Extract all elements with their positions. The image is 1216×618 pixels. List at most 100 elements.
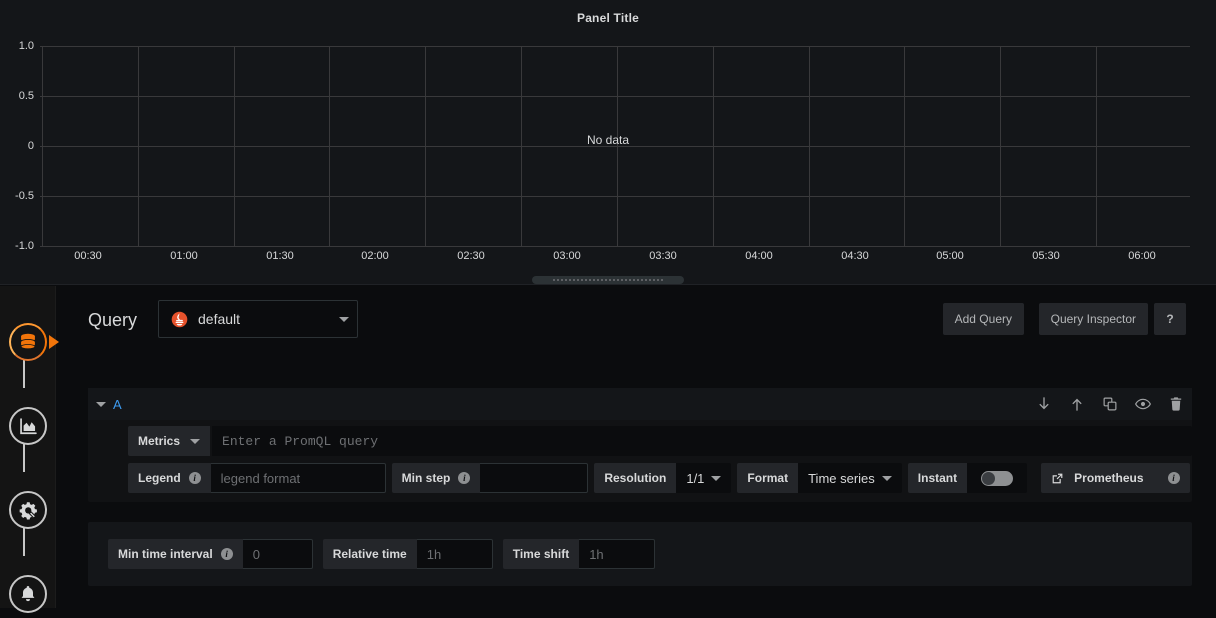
x-axis-tick-label: 02:30 (457, 250, 485, 262)
prometheus-external-link[interactable]: Prometheus i (1041, 463, 1189, 493)
instant-toggle[interactable] (967, 463, 1027, 493)
x-axis-tick-label: 04:00 (745, 250, 773, 262)
query-editor-content: Query default Add Query Query Inspector … (88, 286, 1198, 608)
datasource-picker[interactable]: default (158, 300, 358, 338)
eye-icon[interactable] (1135, 396, 1151, 412)
handle-dot (553, 279, 555, 281)
info-icon[interactable]: i (458, 472, 470, 484)
handle-dot (597, 279, 599, 281)
graph-panel: Panel Title No data 1.00.50-0.5-1.000:30… (0, 0, 1216, 285)
grid-line-horizontal (40, 196, 1190, 197)
prometheus-link-label: Prometheus (1074, 471, 1143, 485)
handle-dot (593, 279, 595, 281)
handle-dot (565, 279, 567, 281)
handle-dot (561, 279, 563, 281)
resolution-select[interactable]: 1/1 (676, 463, 731, 493)
add-query-button[interactable]: Add Query (943, 303, 1024, 335)
info-icon[interactable]: i (221, 548, 233, 560)
metrics-mode-selector[interactable]: Metrics (128, 426, 210, 456)
handle-dot (589, 279, 591, 281)
panel-editor: Query default Add Query Query Inspector … (0, 286, 1216, 608)
handle-dot (581, 279, 583, 281)
arrow-down-icon[interactable] (1036, 396, 1052, 412)
format-label: Format (737, 463, 798, 493)
min-time-interval-label: Min time interval i (108, 539, 243, 569)
arrow-up-icon[interactable] (1069, 396, 1085, 412)
chevron-down-icon[interactable] (96, 402, 106, 407)
grid-line-horizontal (40, 46, 1190, 47)
handle-dot (613, 279, 615, 281)
plot-area[interactable]: No data 1.00.50-0.5-1.000:3001:0001:3002… (0, 34, 1216, 274)
instant-label-text: Instant (918, 471, 957, 485)
active-tab-pointer (49, 335, 59, 349)
handle-dot (605, 279, 607, 281)
promql-query-input[interactable] (212, 426, 1192, 456)
handle-dot (641, 279, 643, 281)
min-step-input[interactable] (480, 463, 588, 493)
grid-line-vertical (904, 46, 905, 246)
x-axis-tick-label: 06:00 (1128, 250, 1156, 262)
trash-icon[interactable] (1168, 396, 1184, 412)
query-row-header: A (88, 388, 1192, 420)
query-inspector-button[interactable]: Query Inspector (1039, 303, 1148, 335)
grid-line-vertical (1000, 46, 1001, 246)
chevron-down-icon (711, 476, 721, 481)
grid-line-vertical (521, 46, 522, 246)
grid-line-vertical (809, 46, 810, 246)
grid-line-vertical (425, 46, 426, 246)
panel-resize-handle[interactable] (532, 276, 684, 284)
grid-line-vertical (1096, 46, 1097, 246)
help-button[interactable]: ? (1154, 303, 1186, 335)
handle-dot (637, 279, 639, 281)
time-shift-label-text: Time shift (513, 547, 569, 561)
bell-icon (18, 584, 38, 604)
y-axis-tick-label: 0 (0, 141, 34, 152)
chevron-down-icon (339, 317, 349, 322)
min-time-interval-input[interactable] (243, 539, 313, 569)
legend-label-text: Legend (138, 471, 181, 485)
handle-dot (569, 279, 571, 281)
query-row-actions (1036, 388, 1184, 420)
info-icon[interactable]: i (189, 472, 201, 484)
x-axis-tick-label: 05:30 (1032, 250, 1060, 262)
x-axis-tick-label: 03:30 (649, 250, 677, 262)
sidebar-item-general-settings[interactable] (4, 486, 52, 534)
query-row-a: A (88, 388, 1192, 502)
grid-line-vertical (617, 46, 618, 246)
grid-line-vertical (713, 46, 714, 246)
grid-line-vertical (42, 46, 43, 246)
copy-icon[interactable] (1102, 396, 1118, 412)
min-time-interval-label-text: Min time interval (118, 547, 213, 561)
toggle-track (981, 471, 1013, 486)
relative-time-input[interactable] (417, 539, 493, 569)
resolution-value: 1/1 (686, 471, 704, 486)
format-label-text: Format (747, 471, 788, 485)
time-shift-input[interactable] (579, 539, 655, 569)
handle-dot (617, 279, 619, 281)
format-select[interactable]: Time series (798, 463, 902, 493)
grid-line-vertical (138, 46, 139, 246)
y-axis-tick-label: 0.5 (0, 91, 34, 102)
info-icon[interactable]: i (1168, 472, 1180, 484)
chevron-down-icon (190, 439, 200, 444)
sidebar-item-alert[interactable] (4, 570, 52, 618)
sidebar-item-queries[interactable] (4, 318, 52, 366)
format-group: Format Time series (737, 463, 901, 493)
x-axis-tick-label: 02:00 (361, 250, 389, 262)
toggle-knob (982, 472, 995, 485)
sidebar-item-visualization[interactable] (4, 402, 52, 450)
legend-label: Legend i (128, 463, 211, 493)
handle-dot (609, 279, 611, 281)
grid-line-vertical (329, 46, 330, 246)
legend-format-input[interactable] (211, 463, 386, 493)
handle-dot (653, 279, 655, 281)
handle-dot (577, 279, 579, 281)
external-link-icon (1051, 472, 1064, 485)
queries-tab-circle (9, 323, 47, 361)
handle-dot (645, 279, 647, 281)
visualization-tab-circle (9, 407, 47, 445)
x-axis-tick-label: 01:00 (170, 250, 198, 262)
settings-tab-circle (9, 491, 47, 529)
relative-time-group: Relative time (323, 539, 493, 569)
plot-grid (40, 46, 1190, 246)
